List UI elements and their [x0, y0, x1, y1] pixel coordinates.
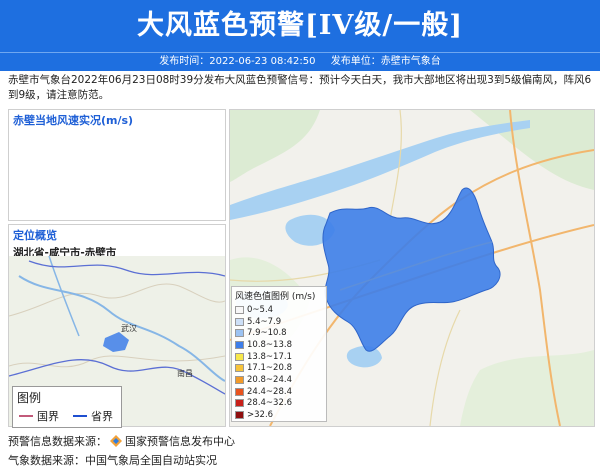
location-panel-title: 定位概览 [13, 229, 57, 242]
weather-source-line: 气象数据来源：中国气象局全国自动站实况 [8, 454, 217, 467]
warning-description: 赤壁市气象台2022年06月23日08时39分发布大风蓝色预警信号：预计今天白天… [8, 74, 592, 101]
warning-source-name[interactable]: 国家预警信息发布中心 [125, 435, 235, 448]
legend-item: 5.4~7.9 [232, 316, 326, 328]
national-border-icon [19, 415, 33, 417]
page-title: 大风蓝色预警[IV级/一般] [137, 10, 463, 41]
legend-item: >32.6 [232, 409, 326, 421]
publish-info-bar: 发布时间：2022-06-23 08:42:50 发布单位：赤壁市气象台 [0, 52, 600, 71]
wind-speed-panel-title: 赤壁当地风速实况(m/s) [13, 114, 134, 127]
warning-center-logo-icon [110, 435, 122, 447]
legend-item: 28.4~32.6 [232, 398, 326, 410]
legend-item: 7.9~10.8 [232, 327, 326, 339]
publisher: 发布单位：赤壁市气象台 [330, 56, 441, 67]
publish-time: 发布时间：2022-06-23 08:42:50 [159, 56, 316, 67]
warning-source-line: 预警信息数据来源： 国家预警信息发布中心 [8, 433, 235, 449]
wind-speed-legend: 风速色值图例 (m/s) 0~5.4 5.4~7.9 7.9~10.8 10.8… [231, 286, 327, 422]
map-label-wuhan: 武汉 [121, 323, 137, 333]
legend-item: 0~5.4 [232, 304, 326, 316]
legend-provincial-border: 省界 [67, 408, 113, 424]
legend-item: 20.8~24.4 [232, 374, 326, 386]
legend-title: 风速色值图例 (m/s) [235, 292, 316, 302]
wind-speed-panel: 赤壁当地风速实况(m/s) [8, 109, 226, 221]
legend-item: 13.8~17.1 [232, 351, 326, 363]
provincial-border-icon [73, 415, 87, 417]
mini-legend-title: 图例 [17, 391, 42, 405]
warning-banner: 大风蓝色预警[IV级/一般] [0, 0, 600, 52]
warning-source-label: 预警信息数据来源： [8, 435, 107, 448]
map-label-nanchang: 南昌 [177, 368, 193, 378]
legend-item: 17.1~20.8 [232, 362, 326, 374]
legend-national-border: 国界 [13, 408, 59, 424]
map-legend-small: 图例 国界 省界 [12, 386, 122, 428]
legend-item: 10.8~13.8 [232, 339, 326, 351]
legend-item: 24.4~28.4 [232, 386, 326, 398]
